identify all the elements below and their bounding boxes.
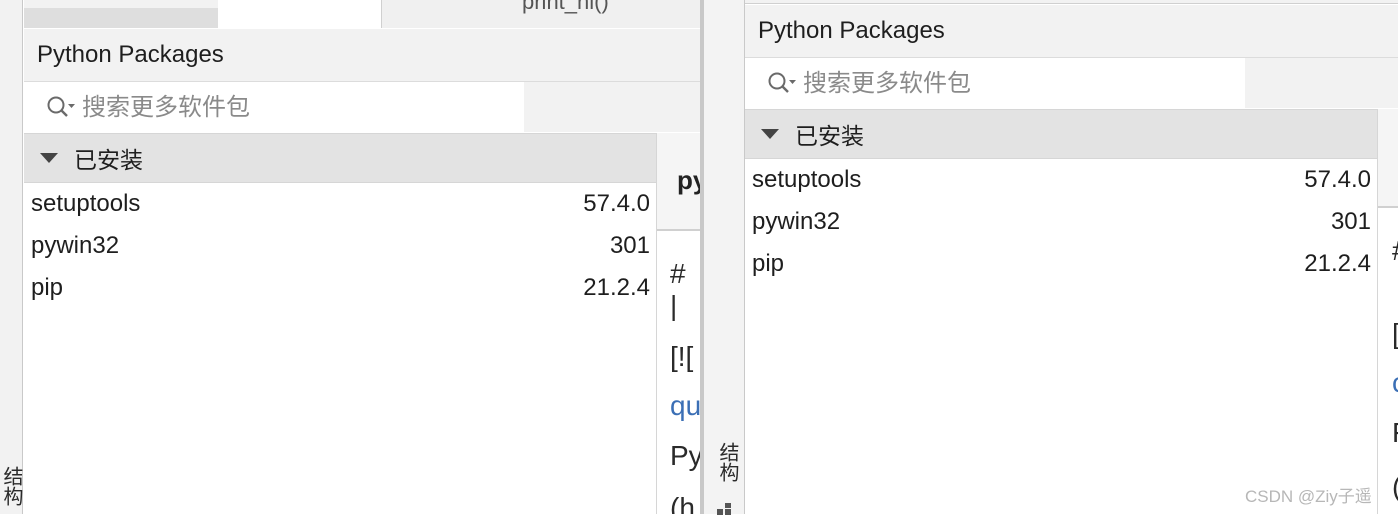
structure-tool-tab[interactable]: 结构 <box>0 466 26 506</box>
editor-line: F <box>1392 417 1398 449</box>
right-search-box[interactable] <box>745 58 1245 108</box>
list-item[interactable]: pywin32 301 <box>24 225 656 267</box>
right-installed-label: 已安装 <box>795 124 864 150</box>
editor-line: Py <box>670 440 700 471</box>
editor-line: [![ <box>670 341 694 372</box>
right-search-input[interactable] <box>803 69 1203 97</box>
list-item[interactable]: pip 21.2.4 <box>24 267 656 309</box>
package-version: 301 <box>1330 208 1371 235</box>
left-search-box[interactable] <box>24 82 524 132</box>
left-search-input[interactable] <box>82 93 482 121</box>
package-version: 21.2.4 <box>1304 250 1371 277</box>
right-panel-title-text: Python Packages <box>758 17 945 44</box>
list-item[interactable]: pywin32 301 <box>745 201 1377 243</box>
editor-line: ( <box>1392 471 1398 503</box>
left-tool-strip <box>0 0 23 514</box>
right-editor-header <box>1378 109 1398 208</box>
tab-inactive[interactable] <box>24 8 218 28</box>
package-version: 301 <box>609 232 650 259</box>
editor-line: (h <box>670 492 695 514</box>
package-name: pip <box>752 250 785 277</box>
editor-line: # <box>1392 235 1398 267</box>
structure-tool-tab[interactable]: 结构 <box>713 442 742 482</box>
editor-line: # | <box>670 258 686 321</box>
right-tool-strip <box>704 0 745 514</box>
right-installed-section[interactable]: 已安装 <box>745 109 1377 159</box>
tab-print-hi[interactable]: print_hi() <box>382 0 700 28</box>
editor-heading: py <box>677 165 700 195</box>
watermark: CSDN @Ziy子遥 <box>1245 487 1372 506</box>
editor-line: [ <box>1392 318 1398 350</box>
package-name: pywin32 <box>752 208 841 235</box>
package-name: pywin32 <box>31 232 120 259</box>
left-panel-title-text: Python Packages <box>37 41 224 68</box>
right-package-list: setuptools 57.4.0 pywin32 301 pip 21.2.4 <box>745 159 1377 514</box>
tab-print-hi-label: print_hi() <box>522 0 609 14</box>
right-editor-fragment: # [ c F ( <box>1377 109 1398 514</box>
package-name: pip <box>31 274 64 301</box>
right-tab-bar <box>745 0 1398 4</box>
collapse-triangle-icon[interactable] <box>761 129 779 139</box>
list-item[interactable]: setuptools 57.4.0 <box>24 183 656 225</box>
left-panel-title: Python Packages <box>24 29 700 82</box>
right-panel-title: Python Packages <box>745 5 1398 58</box>
editor-fragment: py # | [![ qu Py (h <box>656 133 700 514</box>
package-name: setuptools <box>752 166 862 193</box>
package-version: 57.4.0 <box>583 190 650 217</box>
editor-line: c <box>1392 367 1398 399</box>
search-icon[interactable] <box>46 95 76 119</box>
package-version: 21.2.4 <box>583 274 650 301</box>
editor-tab-header: py <box>657 133 700 231</box>
package-name: setuptools <box>31 190 141 217</box>
search-icon[interactable] <box>767 71 797 95</box>
editor-line: qu <box>670 390 700 421</box>
list-item[interactable]: setuptools 57.4.0 <box>745 159 1377 201</box>
tool-grip-icon <box>717 502 733 515</box>
collapse-triangle-icon[interactable] <box>40 153 58 163</box>
list-item[interactable]: pip 21.2.4 <box>745 243 1377 285</box>
left-installed-label: 已安装 <box>74 148 143 174</box>
left-package-list: setuptools 57.4.0 pywin32 301 pip 21.2.4 <box>24 183 656 514</box>
left-installed-section[interactable]: 已安装 <box>24 133 656 183</box>
package-version: 57.4.0 <box>1304 166 1371 193</box>
tab-active[interactable] <box>218 0 382 28</box>
